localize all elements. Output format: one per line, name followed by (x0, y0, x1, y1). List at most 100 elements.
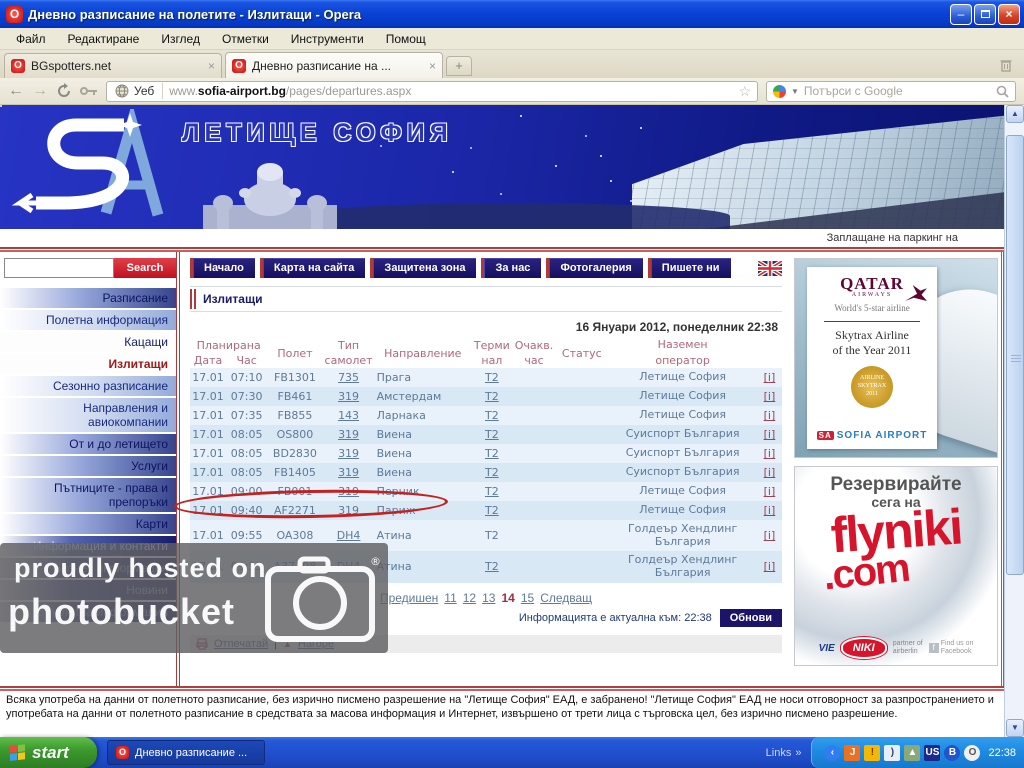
pagination-page-12[interactable]: 12 (463, 591, 476, 605)
collapse-tray-icon[interactable]: ‹ (824, 745, 840, 761)
start-button[interactable]: start (0, 737, 97, 768)
vertical-scrollbar[interactable]: ▲ ▼ (1004, 105, 1024, 737)
sidebar-item-izlitashti[interactable]: Излитащи (0, 354, 176, 374)
terminal-link[interactable]: Т2 (485, 485, 499, 498)
address-bar[interactable]: Уеб www.sofia-airport.bg/pages/departure… (106, 81, 758, 102)
aircraft-type-link[interactable]: 319 (338, 485, 359, 498)
aircraft-type-link[interactable]: 319 (338, 428, 359, 441)
flight-info-link[interactable]: [i] (764, 409, 776, 422)
refresh-button[interactable]: Обнови (720, 609, 782, 627)
terminal-link[interactable]: Т2 (485, 560, 499, 573)
search-magnifier-icon[interactable] (996, 85, 1009, 98)
nav-button-gallery[interactable]: Фотогалерия (546, 258, 642, 278)
close-button[interactable]: × (998, 4, 1020, 25)
aircraft-type-link[interactable]: 319 (338, 466, 359, 479)
tab-departures[interactable]: OДневно разписание на ...× (225, 52, 443, 78)
restore-button[interactable] (974, 4, 996, 25)
terminal-link[interactable]: Т2 (485, 466, 499, 479)
flight-info-link[interactable]: [i] (764, 428, 776, 441)
links-overflow-chevron[interactable]: » (795, 747, 801, 759)
links-toolbar-label[interactable]: Links (766, 747, 792, 759)
cell-info: [i] (757, 425, 782, 444)
forward-button[interactable]: → (32, 83, 48, 99)
menu-item-file[interactable]: Файл (6, 30, 56, 48)
pagination-prev[interactable]: Предишен (380, 591, 438, 605)
bluetooth-icon[interactable]: B (944, 745, 960, 761)
aircraft-type-link[interactable]: DH4 (337, 529, 361, 542)
sidebar-item-razpisanie[interactable]: Разписание (0, 288, 176, 308)
flight-info-link[interactable]: [i] (764, 390, 776, 403)
pagination-next[interactable]: Следващ (540, 591, 592, 605)
sidebar-item-napravlenia-aviokompanii[interactable]: Направления и авиокомпании (0, 398, 176, 432)
menu-item-tools[interactable]: Инструменти (281, 30, 374, 48)
aircraft-type-link[interactable]: 319 (338, 504, 359, 517)
scrollbar-thumb[interactable] (1006, 135, 1024, 575)
pagination-page-11[interactable]: 11 (444, 591, 456, 605)
menu-item-edit[interactable]: Редактиране (58, 30, 150, 48)
back-button[interactable]: ← (8, 83, 24, 99)
terminal-link[interactable]: Т2 (485, 428, 499, 441)
sidebar-search-button[interactable]: Search (114, 258, 176, 278)
sidebar-search-input[interactable] (4, 258, 114, 278)
menu-item-view[interactable]: Изглед (151, 30, 210, 48)
language-indicator-us[interactable]: US (924, 745, 940, 761)
terminal-link[interactable]: Т2 (485, 447, 499, 460)
nav-button-secure-zone[interactable]: Защитена зона (370, 258, 476, 278)
new-tab-button[interactable]: + (446, 56, 472, 76)
scroll-down-button[interactable]: ▼ (1006, 719, 1024, 737)
bookmark-star-icon[interactable]: ☆ (738, 83, 751, 100)
web-mode-button[interactable]: Уеб (113, 83, 163, 99)
nav-button-about[interactable]: За нас (481, 258, 541, 278)
tab-bgspotters[interactable]: OBGspotters.net× (4, 53, 222, 78)
nav-button-contact[interactable]: Пишете ни (648, 258, 731, 278)
aircraft-type-link[interactable]: 319 (338, 390, 359, 403)
flight-info-link[interactable]: [i] (764, 371, 776, 384)
url-text[interactable]: www.sofia-airport.bg/pages/departures.as… (169, 84, 732, 98)
flight-info-link[interactable]: [i] (764, 447, 776, 460)
flyniki-ad[interactable]: Резервирайте сега на flyniki .com VIE NI… (794, 466, 998, 666)
network-activity-icon[interactable]: ) (884, 745, 900, 761)
flight-info-link[interactable]: [i] (764, 485, 776, 498)
google-search-input[interactable]: Потърси с Google (804, 84, 991, 98)
reload-button[interactable] (56, 83, 72, 99)
flight-info-link[interactable]: [i] (764, 466, 776, 479)
scroll-up-button[interactable]: ▲ (1006, 105, 1024, 123)
sidebar-item-poletna-informacia[interactable]: Полетна информация (0, 310, 176, 330)
nav-button-sitemap[interactable]: Карта на сайта (260, 258, 366, 278)
terminal-link[interactable]: Т2 (485, 390, 499, 403)
terminal-link[interactable]: Т2 (485, 504, 499, 517)
sidebar-item-patnicite-prava[interactable]: Пътниците - права и препоръки (0, 478, 176, 512)
nav-button-home[interactable]: Начало (190, 258, 255, 278)
sidebar-item-uslugi[interactable]: Услуги (0, 456, 176, 476)
flight-info-link[interactable]: [i] (764, 529, 776, 542)
security-shield-icon[interactable]: ! (864, 745, 880, 761)
menu-item-bookmarks[interactable]: Отметки (212, 30, 279, 48)
sidebar-item-karti[interactable]: Карти (0, 514, 176, 534)
safely-remove-icon[interactable]: ▲ (904, 745, 920, 761)
english-flag-icon[interactable] (758, 261, 782, 276)
aircraft-type-link[interactable]: 735 (338, 371, 359, 384)
closed-tabs-trash-icon[interactable] (998, 57, 1014, 73)
sidebar-item-sezonno-razpisanie[interactable]: Сезонно разписание (0, 376, 176, 396)
pagination-page-15[interactable]: 15 (521, 591, 534, 605)
flight-info-link[interactable]: [i] (764, 560, 776, 573)
wand-password-icon[interactable] (80, 85, 98, 97)
aircraft-type-link[interactable]: 143 (338, 409, 359, 422)
tab-close-icon[interactable]: × (429, 59, 436, 73)
terminal-link[interactable]: Т2 (485, 409, 499, 422)
taskbar-window-button[interactable]: O Дневно разписание ... (107, 740, 265, 765)
java-icon[interactable]: J (844, 745, 860, 761)
pagination-page-13[interactable]: 13 (482, 591, 495, 605)
search-engine-dropdown-icon[interactable]: ▼ (791, 87, 799, 96)
sidebar-item-kacashti[interactable]: Кацащи (0, 332, 176, 352)
opera-tray-icon[interactable]: O (964, 745, 980, 761)
minimize-button[interactable]: – (950, 4, 972, 25)
terminal-link[interactable]: Т2 (485, 371, 499, 384)
qatar-airways-ad[interactable]: QATAR AIRWAYS World's 5-star airline Sky… (794, 258, 998, 458)
menu-item-help[interactable]: Помощ (376, 30, 436, 48)
google-search-box[interactable]: ▼ Потърси с Google (766, 81, 1016, 102)
aircraft-type-link[interactable]: 319 (338, 447, 359, 460)
sidebar-item-ot-i-do-letishteto[interactable]: От и до летището (0, 434, 176, 454)
flight-info-link[interactable]: [i] (764, 504, 776, 517)
tab-close-icon[interactable]: × (208, 59, 215, 73)
